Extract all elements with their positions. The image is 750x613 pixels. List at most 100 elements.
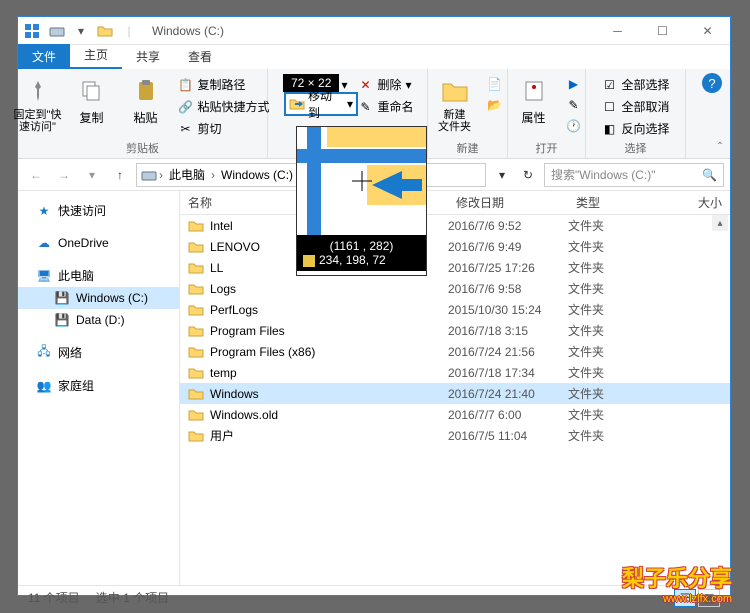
file-list: 名称 修改日期 类型 大小 ▴ ▾ Intel2016/7/6 9:52文件夹L…	[180, 191, 730, 585]
cut-icon: ✂	[178, 121, 194, 137]
table-row[interactable]: LENOVO2016/7/6 9:49文件夹	[180, 236, 730, 257]
close-button[interactable]: ✕	[685, 17, 730, 45]
file-type: 文件夹	[568, 259, 648, 276]
paste-button[interactable]: 粘贴	[122, 73, 170, 126]
selectinvert-button[interactable]: ◧反向选择	[599, 119, 671, 138]
newitem-button[interactable]: 📄	[485, 75, 505, 93]
table-row[interactable]: Windows2016/7/24 21:40文件夹	[180, 383, 730, 404]
qat-folder-icon[interactable]	[94, 20, 116, 42]
file-date: 2016/7/24 21:56	[448, 345, 568, 359]
tab-view[interactable]: 查看	[174, 44, 226, 69]
help-icon[interactable]: ?	[702, 73, 722, 93]
tab-file[interactable]: 文件	[18, 44, 70, 69]
tab-home[interactable]: 主页	[70, 42, 122, 69]
nav-homegroup[interactable]: 👥家庭组	[18, 374, 179, 397]
table-row[interactable]: Logs2016/7/6 9:58文件夹	[180, 278, 730, 299]
file-name: Program Files	[210, 324, 285, 338]
magnifier-rgb: 234, 198, 72	[319, 253, 386, 267]
table-row[interactable]: Program Files (x86)2016/7/24 21:56文件夹	[180, 341, 730, 362]
ribbon-tabs: 文件 主页 共享 查看	[18, 45, 730, 69]
minimize-button[interactable]: ─	[595, 17, 640, 45]
rename-button[interactable]: ✎重命名	[355, 97, 415, 116]
table-row[interactable]: 用户2016/7/5 11:04文件夹	[180, 425, 730, 446]
delete-button[interactable]: ✕删除 ▾	[355, 75, 415, 94]
refresh-button[interactable]: ↻	[516, 163, 540, 187]
table-row[interactable]: Intel2016/7/6 9:52文件夹	[180, 215, 730, 236]
file-type: 文件夹	[568, 364, 648, 381]
cut-button[interactable]: ✂剪切	[176, 119, 272, 138]
recent-button[interactable]: ▾	[80, 163, 104, 187]
chevron-right-icon[interactable]: ›	[159, 168, 163, 182]
search-input[interactable]: 搜索"Windows (C:)" 🔍	[544, 163, 724, 187]
folder-icon	[188, 260, 204, 276]
file-date: 2016/7/18 3:15	[448, 324, 568, 338]
file-type: 文件夹	[568, 406, 648, 423]
file-type: 文件夹	[568, 343, 648, 360]
file-date: 2016/7/7 6:00	[448, 408, 568, 422]
moveto-icon	[289, 96, 305, 112]
pasteshortcut-button[interactable]: 🔗粘贴快捷方式	[176, 97, 272, 116]
magnifier-canvas	[297, 127, 426, 235]
chevron-right-icon[interactable]: ›	[211, 168, 215, 182]
qat-drive-icon[interactable]	[46, 20, 68, 42]
nav-cdrive[interactable]: 💾Windows (C:)	[18, 287, 179, 309]
paste-icon	[130, 75, 162, 107]
star-icon: ★	[36, 203, 52, 219]
table-row[interactable]: LL2016/7/25 17:26文件夹	[180, 257, 730, 278]
tab-share[interactable]: 共享	[122, 44, 174, 69]
table-row[interactable]: Windows.old 2016/7/7 6:00文件夹	[180, 404, 730, 425]
forward-button[interactable]: →	[52, 163, 76, 187]
open-button[interactable]: ▶	[564, 75, 584, 93]
up-button[interactable]: ↑	[108, 163, 132, 187]
table-row[interactable]: Program Files2016/7/18 3:15文件夹	[180, 320, 730, 341]
nav-quickaccess[interactable]: ★快速访问	[18, 199, 179, 222]
addr-dropdown-icon[interactable]: ▾	[490, 163, 514, 187]
column-headers: 名称 修改日期 类型 大小	[180, 191, 730, 215]
easyaccess-button[interactable]: 📂	[485, 96, 505, 114]
file-date: 2016/7/25 17:26	[448, 261, 568, 275]
maximize-button[interactable]: ☐	[640, 17, 685, 45]
scroll-up-icon[interactable]: ▴	[712, 215, 728, 231]
new-group-label: 新建	[457, 140, 479, 156]
breadcrumb-drive[interactable]: Windows (C:)	[217, 166, 297, 184]
nav-ddrive[interactable]: 💾Data (D:)	[18, 309, 179, 331]
col-size[interactable]: 大小	[648, 194, 730, 211]
file-date: 2016/7/5 11:04	[448, 429, 568, 443]
nav-onedrive[interactable]: ☁OneDrive	[18, 232, 179, 254]
col-type[interactable]: 类型	[568, 194, 648, 211]
file-name: Windows.old	[210, 408, 278, 422]
selectnone-icon: ☐	[601, 99, 617, 115]
back-button[interactable]: ←	[24, 163, 48, 187]
properties-label: 属性	[521, 109, 545, 126]
copy-button[interactable]: 复制	[68, 73, 116, 126]
selectall-button[interactable]: ☑全部选择	[599, 75, 671, 94]
cloud-icon: ☁	[36, 235, 52, 251]
ribbon-collapse-icon[interactable]: ˆ	[718, 140, 722, 154]
homegroup-icon: 👥	[36, 378, 52, 394]
breadcrumb-pc[interactable]: 此电脑	[165, 164, 209, 185]
folder-icon	[188, 302, 204, 318]
copy-icon	[76, 75, 108, 107]
pin-button[interactable]: 固定到"快速访问"	[14, 73, 62, 133]
folder-icon	[188, 344, 204, 360]
drive-icon: 💾	[54, 290, 70, 306]
file-rows: ▴ ▾ Intel2016/7/6 9:52文件夹LENOVO2016/7/6 …	[180, 215, 730, 585]
table-row[interactable]: temp2016/7/18 17:34文件夹	[180, 362, 730, 383]
qat-dropdown-icon[interactable]: ▾	[70, 20, 92, 42]
properties-button[interactable]: 属性	[510, 73, 558, 126]
col-date[interactable]: 修改日期	[448, 194, 568, 211]
titlebar: ▾ | Windows (C:) ─ ☐ ✕	[18, 17, 730, 45]
copypath-button[interactable]: 📋复制路径	[176, 75, 272, 94]
nav-network[interactable]: 🖧网络	[18, 341, 179, 364]
select-group-label: 选择	[625, 140, 647, 156]
selectnone-button[interactable]: ☐全部取消	[599, 97, 671, 116]
drive-icon: 💾	[54, 312, 70, 328]
pin-label: 固定到"快速访问"	[14, 109, 62, 133]
newfolder-button[interactable]: 新建 文件夹	[431, 73, 479, 133]
file-date: 2015/10/30 15:24	[448, 303, 568, 317]
nav-thispc[interactable]: 🖥此电脑	[18, 264, 179, 287]
table-row[interactable]: PerfLogs2015/10/30 15:24文件夹	[180, 299, 730, 320]
history-button[interactable]: 🕐	[564, 117, 584, 135]
file-type: 文件夹	[568, 385, 648, 402]
edit-button[interactable]: ✎	[564, 96, 584, 114]
